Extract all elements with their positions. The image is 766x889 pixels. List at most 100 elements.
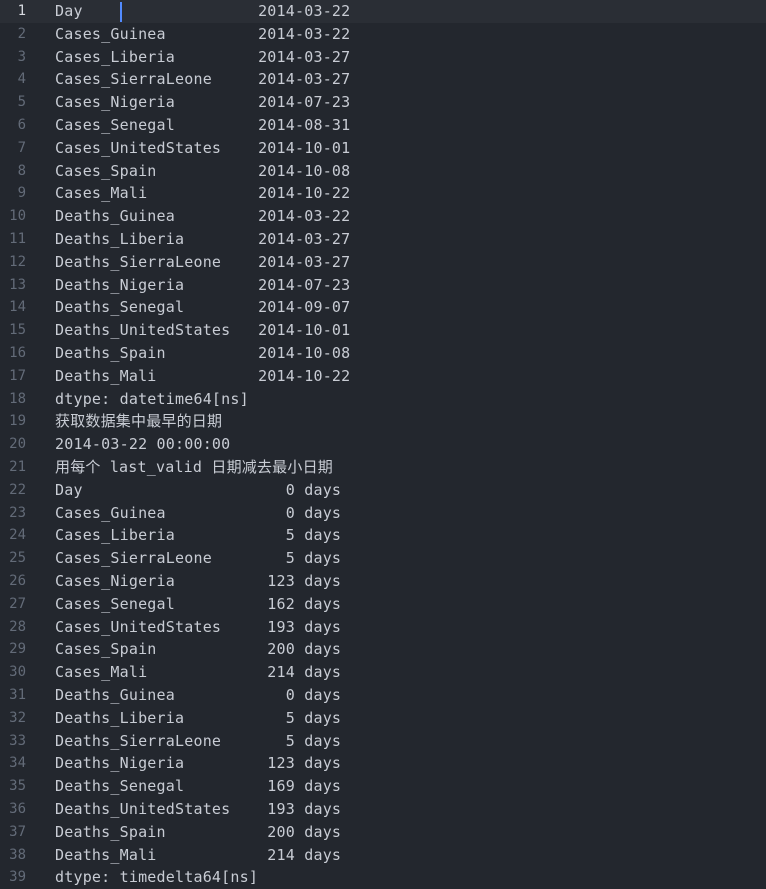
line-text[interactable]: Deaths_UnitedStates 2014-10-01 [55,319,350,342]
editor-line[interactable]: 16 Deaths_Spain 2014-10-08 [0,342,766,365]
line-text[interactable]: Cases_Liberia 5 days [55,524,341,547]
line-text[interactable]: Deaths_Senegal 169 days [55,775,341,798]
editor-line[interactable]: 24 Cases_Liberia 5 days [0,524,766,547]
line-text[interactable]: Day 2014-03-22 [55,0,350,23]
editor-line[interactable]: 26 Cases_Nigeria 123 days [0,570,766,593]
editor-line[interactable]: 27 Cases_Senegal 162 days [0,593,766,616]
editor-line[interactable]: 3 Cases_Liberia 2014-03-27 [0,46,766,69]
line-text[interactable]: Cases_Guinea 0 days [55,502,341,525]
editor-line[interactable]: 12 Deaths_SierraLeone 2014-03-27 [0,251,766,274]
line-number: 35 [9,778,26,795]
line-text[interactable]: Cases_Nigeria 2014-07-23 [55,91,350,114]
line-text[interactable]: Deaths_SierraLeone 5 days [55,730,341,753]
line-text[interactable]: Cases_UnitedStates 2014-10-01 [55,137,350,160]
editor-line[interactable]: 29 Cases_Spain 200 days [0,638,766,661]
line-text[interactable]: Cases_Liberia 2014-03-27 [55,46,350,69]
editor-line[interactable]: 4 Cases_SierraLeone 2014-03-27 [0,68,766,91]
line-number: 21 [9,459,26,475]
editor-line[interactable]: 2 Cases_Guinea 2014-03-22 [0,23,766,46]
text-editor[interactable]: 1 Day 2014-03-22 2 Cases_Guinea 2014-03-22 3… [0,0,766,889]
line-number: 24 [9,527,26,544]
line-number: 37 [9,823,26,840]
editor-line[interactable]: 19 获取数据集中最早的日期 [0,410,766,433]
line-text[interactable]: Deaths_Guinea 0 days [55,684,341,707]
editor-line[interactable]: 36 Deaths_UnitedStates 193 days [0,798,766,821]
line-text[interactable]: Cases_Mali 214 days [55,661,341,684]
line-text[interactable]: Cases_Spain 2014-10-08 [55,160,350,183]
editor-line[interactable]: 31 Deaths_Guinea 0 days [0,684,766,707]
editor-line[interactable]: 11 Deaths_Liberia 2014-03-27 [0,228,766,251]
line-text[interactable]: Deaths_Nigeria 123 days [55,752,341,775]
editor-line[interactable]: 35 Deaths_Senegal 169 days [0,775,766,798]
editor-line[interactable]: 33 Deaths_SierraLeone 5 days [0,730,766,753]
editor-line[interactable]: 8 Cases_Spain 2014-10-08 [0,160,766,183]
editor-line[interactable]: 17 Deaths_Mali 2014-10-22 [0,365,766,388]
line-number: 19 [9,413,26,430]
line-text[interactable]: 2014-03-22 00:00:00 [55,433,230,456]
editor-line[interactable]: 32 Deaths_Liberia 5 days [0,707,766,730]
line-text[interactable]: Deaths_Mali 2014-10-22 [55,365,350,388]
editor-line[interactable]: 37 Deaths_Spain 200 days [0,821,766,844]
editor-line[interactable]: 13 Deaths_Nigeria 2014-07-23 [0,274,766,297]
editor-line[interactable]: 39 dtype: timedelta64[ns] [0,866,766,889]
line-text[interactable]: Deaths_Senegal 2014-09-07 [55,296,350,319]
line-number: 3 [17,48,26,65]
editor-line[interactable]: 21 用每个 last_valid 日期减去最小日期 [0,456,766,479]
editor-line[interactable]: 28 Cases_UnitedStates 193 days [0,616,766,639]
line-number: 27 [9,595,26,612]
line-number: 31 [9,687,26,703]
line-text[interactable]: dtype: datetime64[ns] [55,388,249,411]
editor-line[interactable]: 15 Deaths_UnitedStates 2014-10-01 [0,319,766,342]
line-text[interactable]: Cases_Spain 200 days [55,638,341,661]
line-text[interactable]: Deaths_Spain 2014-10-08 [55,342,350,365]
line-number: 12 [9,253,26,270]
line-text[interactable]: Deaths_Guinea 2014-03-22 [55,205,350,228]
line-text[interactable]: Cases_SierraLeone 5 days [55,547,341,570]
line-number: 9 [17,185,26,202]
line-text[interactable]: Cases_UnitedStates 193 days [55,616,341,639]
line-number: 5 [17,94,26,111]
line-text[interactable]: Deaths_Nigeria 2014-07-23 [55,274,350,297]
editor-line[interactable]: 23 Cases_Guinea 0 days [0,502,766,525]
line-text[interactable]: 获取数据集中最早的日期 [55,410,222,433]
editor-line[interactable]: 38 Deaths_Mali 214 days [0,844,766,867]
line-text[interactable]: Cases_Nigeria 123 days [55,570,341,593]
line-text[interactable]: Deaths_SierraLeone 2014-03-27 [55,251,350,274]
editor-line[interactable]: 9 Cases_Mali 2014-10-22 [0,182,766,205]
editor-line[interactable]: 22 Day 0 days [0,479,766,502]
line-number: 25 [9,550,26,567]
line-number: 4 [17,71,26,88]
line-text[interactable]: Cases_Mali 2014-10-22 [55,182,350,205]
line-text[interactable]: Deaths_Liberia 2014-03-27 [55,228,350,251]
line-text[interactable]: Cases_SierraLeone 2014-03-27 [55,68,350,91]
editor-line[interactable]: 14 Deaths_Senegal 2014-09-07 [0,296,766,319]
editor-line[interactable]: 34 Deaths_Nigeria 123 days [0,752,766,775]
editor-line[interactable]: 1 Day 2014-03-22 [0,0,766,23]
editor-line[interactable]: 10 Deaths_Guinea 2014-03-22 [0,205,766,228]
line-text[interactable]: Deaths_Liberia 5 days [55,707,341,730]
line-number: 23 [9,504,26,521]
line-number: 22 [9,481,26,498]
line-number: 29 [9,641,26,658]
editor-line[interactable]: 6 Cases_Senegal 2014-08-31 [0,114,766,137]
line-text[interactable]: Cases_Guinea 2014-03-22 [55,23,350,46]
line-text[interactable]: dtype: timedelta64[ns] [55,866,258,889]
line-text[interactable]: Deaths_UnitedStates 193 days [55,798,341,821]
line-text[interactable]: 用每个 last_valid 日期减去最小日期 [55,456,333,479]
line-number: 7 [17,139,26,156]
editor-line[interactable]: 18 dtype: datetime64[ns] [0,388,766,411]
editor-line[interactable]: 25 Cases_SierraLeone 5 days [0,547,766,570]
editor-line[interactable]: 20 2014-03-22 00:00:00 [0,433,766,456]
line-number: 28 [9,618,26,635]
editor-line[interactable]: 7 Cases_UnitedStates 2014-10-01 [0,137,766,160]
line-text[interactable]: Deaths_Mali 214 days [55,844,341,867]
line-number: 17 [9,367,26,384]
line-text[interactable]: Cases_Senegal 2014-08-31 [55,114,350,137]
line-text[interactable]: Day 0 days [55,479,341,502]
line-text[interactable]: Cases_Senegal 162 days [55,593,341,616]
line-text[interactable]: Deaths_Spain 200 days [55,821,341,844]
line-number: 8 [17,162,26,179]
editor-line[interactable]: 30 Cases_Mali 214 days [0,661,766,684]
line-number: 38 [9,846,26,863]
editor-line[interactable]: 5 Cases_Nigeria 2014-07-23 [0,91,766,114]
